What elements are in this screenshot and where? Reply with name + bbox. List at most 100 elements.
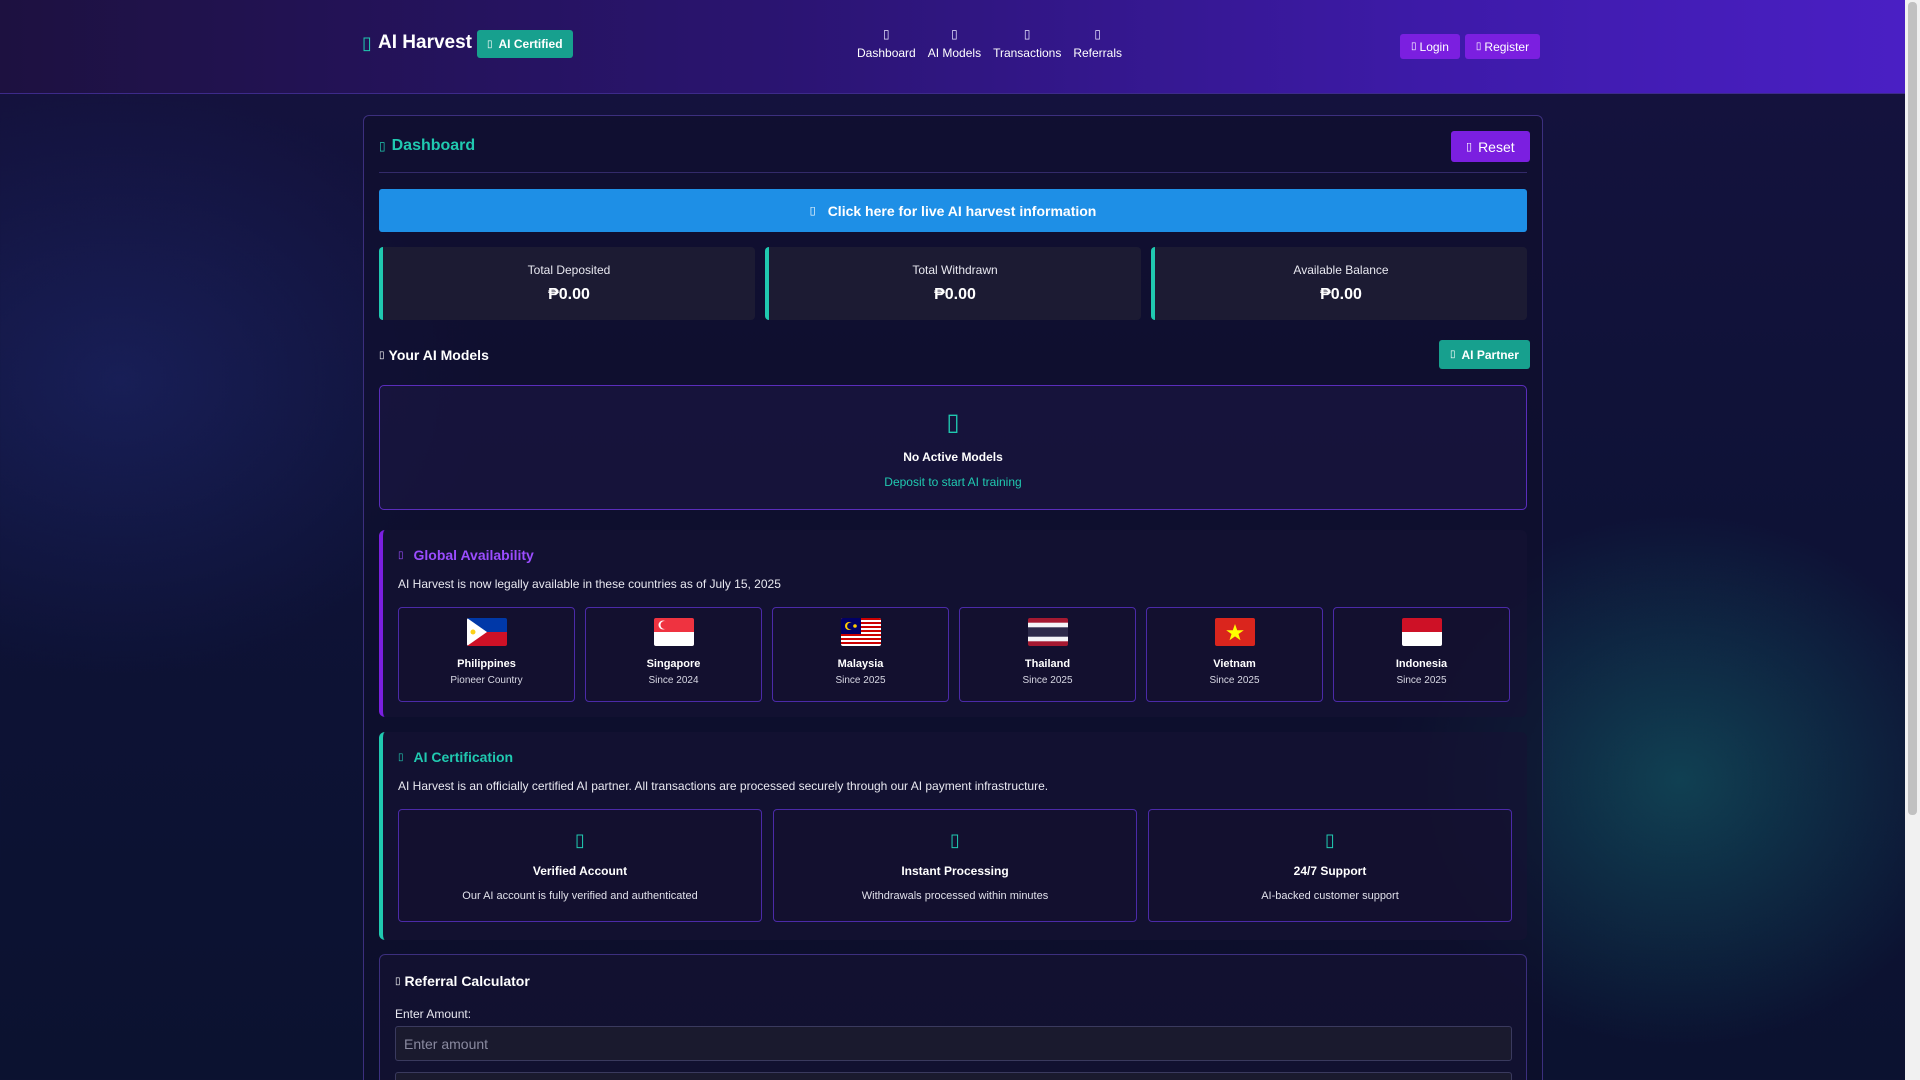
global-availability-card: ▯ Global Availability AI Harvest is now … [379,530,1527,717]
users-icon: ▯ [1094,27,1101,41]
calculator-icon: ▯ [395,975,401,987]
robot-icon: ▯ [379,349,385,361]
user-plus-icon: ▯ [1475,41,1482,52]
referral-calculator-title: ▯ Referral Calculator [395,973,530,989]
country-thailand: Thailand Since 2025 [959,607,1136,702]
info-icon: ▯ [809,205,816,217]
stat-value: ₱0.00 [934,286,976,303]
stat-label: Total Deposited [527,263,611,277]
register-button[interactable]: ▯ Register [1464,34,1541,59]
headset-icon: ▯ [1325,830,1335,850]
cert-item-title: Instant Processing [901,864,1009,878]
country-since: Since 2025 [1022,675,1073,686]
ai-models-heading: ▯ Your AI Models [379,347,489,363]
home-icon: ▯ [883,27,890,41]
philippines-flag-icon [466,618,507,646]
brand[interactable]: ▯ AI Harvest [362,32,472,54]
stat-value: ₱0.00 [1320,286,1362,303]
ai-partner-button[interactable]: ▯ AI Partner [1439,340,1530,369]
ai-certification-title-text: AI Certification [413,749,514,765]
country-since: Since 2025 [835,675,886,686]
nav-link-label: AI Models [927,46,982,60]
cert-item-desc: AI-backed customer support [1261,890,1399,902]
stat-label: Total Withdrawn [912,263,998,277]
cert-item-verified-account: ▯ Verified Account Our AI account is ful… [398,809,762,922]
country-name: Philippines [457,658,516,670]
sign-in-icon: ▯ [1411,41,1417,52]
globe-icon: ▯ [398,549,404,561]
country-name: Vietnam [1213,658,1256,670]
stat-card-total-withdrawn: Total Withdrawn ₱0.00 [765,247,1141,320]
nav-link-label: Referrals [1073,46,1123,60]
nav-link-referrals[interactable]: ▯ Referrals [1072,26,1123,60]
global-availability-title: ▯ Global Availability [398,547,534,563]
no-models-subtitle: Deposit to start AI training [884,475,1022,489]
stat-card-available-balance: Available Balance ₱0.00 [1151,247,1527,320]
divider [379,172,1527,173]
no-models-title: No Active Models [903,450,1003,464]
global-availability-title-text: Global Availability [413,547,534,563]
bolt-icon: ▯ [950,830,960,850]
nav-link-ai-models[interactable]: ▯ AI Models [927,26,982,60]
stat-value: ₱0.00 [548,286,590,303]
nav-links: ▯ Dashboard ▯ AI Models ▯ Transactions ▯… [856,26,1123,60]
country-name: Malaysia [837,658,884,670]
ai-certification-desc: AI Harvest is an officially certified AI… [398,779,1049,793]
malaysia-flag-icon [840,618,881,646]
country-since: Since 2025 [1209,675,1260,686]
nav-link-transactions[interactable]: ▯ Transactions [992,26,1062,60]
login-label: Login [1419,39,1449,54]
brand-name: AI Harvest [378,32,472,53]
country-indonesia: Indonesia Since 2025 [1333,607,1510,702]
ai-certification-title: ▯ AI Certification [398,749,513,765]
refresh-icon: ▯ [1466,141,1473,153]
ai-certification-card: ▯ AI Certification AI Harvest is an offi… [379,732,1527,940]
global-availability-desc: AI Harvest is now legally available in t… [398,577,781,591]
rate-select[interactable] [395,1072,1512,1080]
reset-button[interactable]: ▯ Reset [1451,131,1530,162]
stat-label: Available Balance [1293,263,1389,277]
ai-certified-label: AI Certified [498,37,563,51]
certificate-icon: ▯ [487,38,493,50]
brain-icon: ▯ [362,32,372,53]
nav-link-label: Dashboard [857,46,916,60]
country-singapore: Singapore Since 2024 [585,607,762,702]
page-title: ▯ Dashboard [379,137,475,155]
live-info-label: Click here for live AI harvest informati… [827,202,1097,219]
cert-item-desc: Our AI account is fully verified and aut… [462,890,698,902]
nav-link-dashboard[interactable]: ▯ Dashboard [856,26,917,60]
cert-item-desc: Withdrawals processed within minutes [861,890,1049,902]
amount-label: Enter Amount: [395,1007,472,1021]
login-button[interactable]: ▯ Login [1400,34,1460,59]
country-since: Since 2024 [648,675,699,686]
dashboard-panel: ▯ Dashboard ▯ Reset ▯ Click here for liv… [363,115,1543,1080]
exchange-icon: ▯ [1023,27,1031,41]
singapore-flag-icon [653,618,694,646]
reset-label: Reset [1478,138,1515,155]
vietnam-flag-icon [1214,618,1255,646]
country-vietnam: Vietnam Since 2025 [1146,607,1323,702]
ai-partner-label: AI Partner [1461,347,1519,362]
country-name: Thailand [1024,658,1071,670]
referral-calculator-card: ▯ Referral Calculator Enter Amount: [379,954,1527,1080]
stat-card-total-deposited: Total Deposited ₱0.00 [379,247,755,320]
cert-item-instant-processing: ▯ Instant Processing Withdrawals process… [773,809,1137,922]
handshake-icon: ▯ [1450,349,1456,360]
live-info-button[interactable]: ▯ Click here for live AI harvest informa… [379,189,1527,232]
country-name: Indonesia [1395,658,1448,670]
check-circle-icon: ▯ [575,830,585,850]
country-since: Pioneer Country [450,675,523,686]
ai-certified-badge: ▯ AI Certified [477,30,573,58]
country-name: Singapore [646,658,701,670]
indonesia-flag-icon [1401,618,1442,646]
country-since: Since 2025 [1396,675,1447,686]
robot-icon: ▯ [951,27,958,41]
country-philippines: Philippines Pioneer Country [398,607,575,702]
shield-icon: ▯ [398,751,404,763]
scrollbar-thumb[interactable] [1908,2,1917,815]
cert-item-support: ▯ 24/7 Support AI-backed customer suppor… [1148,809,1512,922]
cert-item-title: 24/7 Support [1293,864,1367,878]
cert-item-title: Verified Account [532,864,628,878]
amount-input[interactable] [395,1026,1512,1061]
page-title-text: Dashboard [391,137,476,154]
